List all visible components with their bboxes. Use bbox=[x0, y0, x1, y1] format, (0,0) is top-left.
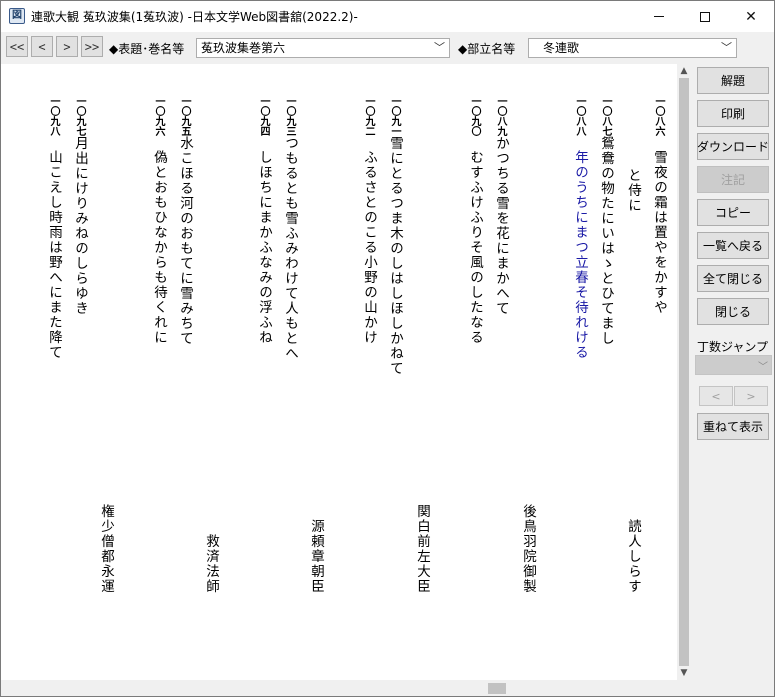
author-name: 関白前左大臣 bbox=[414, 504, 430, 594]
back-to-list-button[interactable]: 一覧へ戻る bbox=[697, 232, 769, 259]
page-jump-select: ﹀ bbox=[695, 355, 772, 375]
verse-line: 鴛鴦の物たにいはゝとひてまし bbox=[598, 136, 614, 346]
verse-number: 一〇八六 bbox=[653, 96, 664, 136]
download-button[interactable]: ダウンロード bbox=[697, 133, 769, 160]
verse-line: 雪夜の霜は置やをかすや bbox=[651, 150, 667, 315]
verse-number: 一〇九五 bbox=[179, 96, 190, 136]
verse-number: 一〇九二 bbox=[363, 96, 374, 136]
verse-line: 山こえし時雨は野へにまた降て bbox=[46, 150, 62, 360]
print-button[interactable]: 印刷 bbox=[697, 100, 769, 127]
verse-number: 一〇九三 bbox=[284, 96, 295, 136]
verse-number: 一〇九〇 bbox=[469, 96, 480, 136]
verse-number: 一〇九七 bbox=[74, 96, 85, 136]
vertical-scrollbar[interactable]: ▲ ▼ bbox=[677, 64, 691, 680]
verse-line: しほちにまかふなみの浮ふね bbox=[256, 150, 272, 345]
section-select[interactable]: 冬連歌 ﹀ bbox=[528, 38, 737, 58]
verse-line: 月出にけりみねのしらゆき bbox=[72, 136, 88, 316]
verse-line: 雪にとるつま木のしはしほしかねて bbox=[387, 136, 403, 376]
scrollbar-thumb[interactable] bbox=[488, 683, 506, 694]
title-label: ◆表題･巻名等 bbox=[109, 42, 185, 56]
last-page-button[interactable]: >> bbox=[81, 36, 103, 57]
next-page-button[interactable]: > bbox=[56, 36, 78, 57]
jump-next-button: > bbox=[734, 386, 768, 406]
close-window-button[interactable]: ✕ bbox=[728, 1, 774, 32]
close-button[interactable]: 閉じる bbox=[697, 298, 769, 325]
title-bar: 図 連歌大観 菟玖波集(1菟玖波) -日本文学Web図書舘(2022.2)- ✕ bbox=[1, 1, 774, 32]
verse-number: 一〇九六 bbox=[153, 96, 164, 136]
verse-number: 一〇八七 bbox=[600, 96, 611, 136]
close-all-button[interactable]: 全て閉じる bbox=[697, 265, 769, 292]
minimize-button[interactable] bbox=[636, 1, 682, 32]
verse-line-highlighted: 年のうちにまつ立春そ待れける bbox=[572, 150, 588, 360]
first-page-button[interactable]: << bbox=[6, 36, 28, 57]
section-label: ◆部立名等 bbox=[458, 42, 516, 56]
scrollbar-thumb[interactable] bbox=[679, 78, 689, 666]
author-name: 権少僧都永運 bbox=[98, 504, 114, 594]
close-icon: ✕ bbox=[745, 8, 757, 25]
maximize-icon bbox=[700, 11, 710, 22]
side-panel: 解題 印刷 ダウンロード 注記 コピー 一覧へ戻る 全て閉じる 閉じる 丁数ジャ… bbox=[691, 64, 774, 696]
verse-number: 一〇八八 bbox=[574, 96, 585, 136]
author-name: 救済法師 bbox=[203, 534, 219, 594]
author-name: 後鳥羽院御製 bbox=[520, 504, 536, 594]
toolbar: << < > >> ◆表題･巻名等 菟玖波集巻第六 ﹀ ◆部立名等 冬連歌 ﹀ bbox=[1, 32, 774, 64]
verse-number: 一〇八九 bbox=[495, 96, 506, 136]
title-select-value: 菟玖波集巻第六 bbox=[201, 41, 286, 55]
verse-line: かつちる雪を花にまかへて bbox=[493, 136, 509, 316]
verse-line: と侍に bbox=[625, 168, 641, 213]
copy-button[interactable]: コピー bbox=[697, 199, 769, 226]
author-name: 源頼章朝臣 bbox=[308, 519, 324, 594]
section-select-value: 冬連歌 bbox=[543, 41, 580, 55]
kaidai-button[interactable]: 解題 bbox=[697, 67, 769, 94]
window-title: 連歌大観 菟玖波集(1菟玖波) -日本文学Web図書舘(2022.2)- bbox=[31, 10, 358, 24]
overlay-display-button[interactable]: 重ねて表示 bbox=[697, 413, 769, 440]
minimize-icon bbox=[654, 16, 664, 17]
chevron-down-icon: ﹀ bbox=[758, 362, 768, 373]
app-window: 図 連歌大観 菟玖波集(1菟玖波) -日本文学Web図書舘(2022.2)- ✕… bbox=[0, 0, 775, 697]
verse-number: 一〇九八 bbox=[48, 96, 59, 136]
chevron-down-icon: ﹀ bbox=[434, 41, 445, 54]
verse-line: ふるさとのこる小野の山かけ bbox=[361, 150, 377, 345]
book-app-icon: 図 bbox=[9, 8, 25, 24]
jump-prev-button: < bbox=[699, 386, 733, 406]
verse-line: むすふけふりそ風のしたなる bbox=[467, 150, 483, 345]
verse-number: 一〇九一 bbox=[389, 96, 400, 136]
prev-page-button[interactable]: < bbox=[31, 36, 53, 57]
chevron-up-icon[interactable]: ▲ bbox=[677, 64, 691, 78]
verse-number: 一〇九四 bbox=[258, 96, 269, 136]
page-jump-label: 丁数ジャンプ bbox=[697, 340, 769, 354]
chevron-down-icon: ﹀ bbox=[721, 41, 732, 54]
note-button: 注記 bbox=[697, 166, 769, 193]
horizontal-scrollbar[interactable] bbox=[1, 680, 691, 696]
author-name: 読人しらす bbox=[625, 519, 641, 594]
verse-line: 水こほる河のおもてに雪みちて bbox=[177, 136, 193, 346]
verse-line: 偽とおもひなからも待くれに bbox=[151, 150, 167, 345]
chevron-down-icon[interactable]: ▼ bbox=[677, 666, 691, 680]
text-area: 一〇八六 雪夜の霜は置やをかすや と侍に 一〇八七 鴛鴦の物たにいはゝとひてまし… bbox=[1, 64, 677, 680]
title-select[interactable]: 菟玖波集巻第六 ﹀ bbox=[196, 38, 450, 58]
verse-line: つもるとも雪ふみわけて人もとへ bbox=[282, 136, 298, 361]
maximize-button[interactable] bbox=[682, 1, 728, 32]
